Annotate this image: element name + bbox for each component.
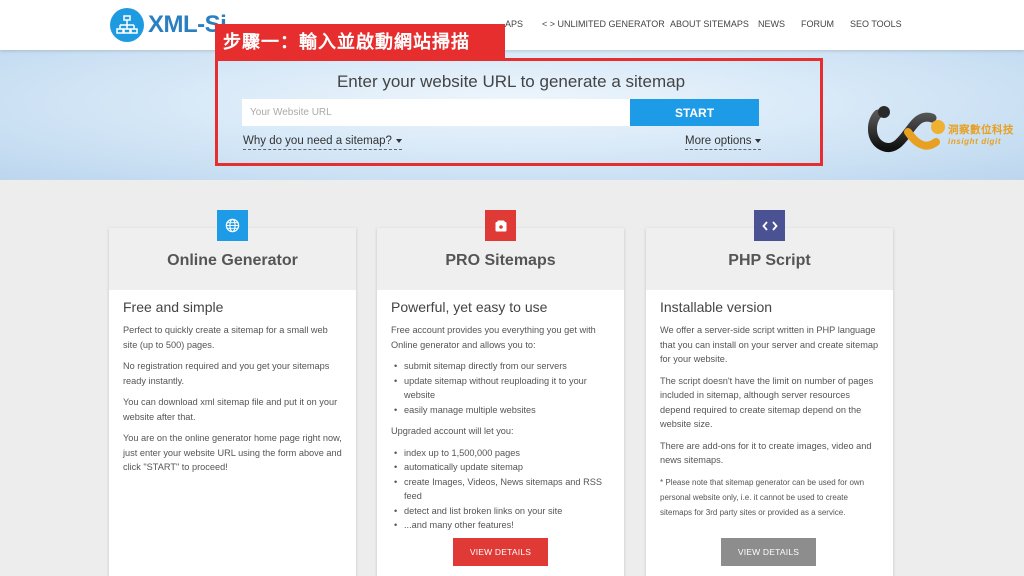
website-url-input[interactable] [242, 99, 630, 126]
list-item: submit sitemap directly from our servers [391, 359, 611, 374]
caret-down-icon [395, 138, 402, 143]
infinity-logo-icon [868, 106, 945, 152]
list-item: automatically update sitemap [391, 460, 611, 475]
watermark-sub: insight digit [948, 137, 1002, 146]
sitemap-logo-icon [110, 8, 144, 42]
code-icon [754, 210, 785, 241]
site-header: XML-Si APS < > UNLIMITED GENERATOR ABOUT… [0, 0, 1024, 50]
card-subtitle: Installable version [660, 299, 773, 315]
card-paragraph: You are on the online generator home pag… [123, 433, 342, 472]
start-button[interactable]: START [630, 99, 759, 126]
online-generator-card: Online Generator Free and simple Perfect… [109, 228, 356, 576]
site-logo[interactable]: XML-Si [110, 8, 227, 42]
caret-down-icon [755, 138, 762, 143]
card-paragraph: Free account provides you everything you… [391, 325, 596, 350]
pro-view-details-button[interactable]: VIEW DETAILS [453, 538, 548, 566]
globe-icon [217, 210, 248, 241]
php-script-card: PHP Script Installable version We offer … [646, 228, 893, 576]
card-paragraph: There are add-ons for it to create image… [660, 440, 872, 466]
list-item: index up to 1,500,000 pages [391, 446, 611, 461]
card-subtitle: Free and simple [123, 299, 224, 315]
nav-item-news[interactable]: NEWS [758, 19, 785, 29]
list-item: easily manage multiple websites [391, 403, 611, 418]
step-one-annotation: 步驟一：輸入並啟動網站掃描 [215, 24, 505, 58]
card-note: * Please note that sitemap generator can… [660, 477, 865, 517]
nav-item-unlimited-generator[interactable]: < > UNLIMITED GENERATOR [542, 19, 665, 29]
list-item: update sitemap without reuploading it to… [391, 374, 611, 403]
card-paragraph: Upgraded account will let you: [391, 426, 514, 436]
list-item: ...and many other features! [391, 518, 611, 533]
list-item: create Images, Videos, News sitemaps and… [391, 475, 611, 504]
more-options-label: More options [685, 135, 752, 147]
why-sitemap-dropdown[interactable]: Why do you need a sitemap? [243, 135, 402, 150]
card-paragraph: Perfect to quickly create a sitemap for … [123, 325, 328, 350]
feature-list: submit sitemap directly from our servers… [391, 359, 611, 417]
nav-item-about-sitemaps[interactable]: ABOUT SITEMAPS [670, 19, 749, 29]
nav-item-sitemaps-partial[interactable]: APS [505, 19, 523, 29]
nav-item-forum[interactable]: FORUM [801, 19, 834, 29]
card-subtitle: Powerful, yet easy to use [391, 299, 548, 315]
nav-item-seo-tools[interactable]: SEO TOOLS [850, 19, 902, 29]
watermark-name: 洞察數位科技 [948, 124, 1014, 136]
more-options-dropdown[interactable]: More options [685, 135, 762, 150]
php-view-details-button[interactable]: VIEW DETAILS [721, 538, 816, 566]
pro-sitemaps-card: PRO Sitemaps Powerful, yet easy to use F… [377, 228, 624, 576]
card-paragraph: We offer a server-side script written in… [660, 325, 879, 364]
insight-digit-watermark: 洞察數位科技 insight digit [868, 100, 1018, 160]
box-icon [485, 210, 516, 241]
card-paragraph: No registration required and you get you… [123, 361, 330, 386]
upgrade-feature-list: index up to 1,500,000 pages automaticall… [391, 446, 611, 533]
card-paragraph: The script doesn't have the limit on num… [660, 375, 874, 430]
hero-title: Enter your website URL to generate a sit… [336, 72, 686, 91]
list-item: detect and list broken links on your sit… [391, 504, 611, 519]
card-paragraph: You can download xml sitemap file and pu… [123, 397, 338, 422]
why-sitemap-label: Why do you need a sitemap? [243, 135, 392, 147]
